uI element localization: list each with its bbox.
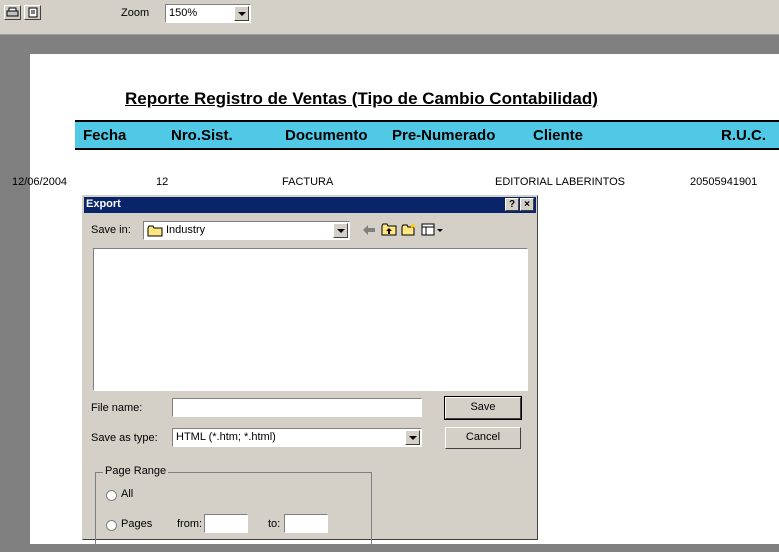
save-in-label: Save in:: [91, 224, 131, 236]
print-icon: [6, 7, 19, 17]
radio-pages[interactable]: [106, 520, 117, 531]
chevron-down-icon[interactable]: [234, 6, 249, 21]
export-icon: [28, 7, 38, 18]
back-arrow-icon[interactable]: [361, 223, 377, 237]
export-button[interactable]: [24, 5, 41, 20]
col-ruc: R.U.C.: [721, 127, 766, 144]
row-documento: FACTURA: [282, 176, 334, 188]
row-fecha: 12/06/2004: [12, 176, 68, 188]
page-range-group: Page Range All Pages from: to:: [95, 465, 372, 552]
dialog-titlebar[interactable]: Export ? ×: [84, 197, 536, 213]
page-range-legend: Page Range: [103, 465, 169, 477]
row-cliente: EDITORIAL LABERINTOS: [495, 176, 626, 188]
dialog-title: Export: [86, 198, 121, 210]
col-nro-sist: Nro.Sist.: [171, 127, 233, 144]
save-button[interactable]: Save: [444, 396, 522, 420]
col-fecha: Fecha: [83, 127, 127, 144]
save-in-select[interactable]: Industry: [143, 221, 350, 240]
file-list[interactable]: [93, 248, 528, 391]
zoom-select[interactable]: 150%: [165, 4, 251, 23]
chevron-down-icon[interactable]: [333, 223, 348, 238]
to-input[interactable]: [284, 514, 328, 533]
file-name-label: File name:: [91, 402, 143, 414]
col-pre-numerado: Pre-Numerado: [392, 127, 496, 144]
folder-icon: [147, 225, 163, 237]
col-cliente: Cliente: [533, 127, 584, 144]
from-label: from:: [177, 518, 203, 530]
radio-all[interactable]: [106, 490, 117, 501]
radio-pages-label: Pages: [121, 518, 153, 530]
save-as-type-value: HTML (*.htm; *.html): [176, 431, 276, 443]
file-name-input[interactable]: [172, 398, 422, 417]
save-as-type-select[interactable]: HTML (*.htm; *.html): [172, 428, 422, 447]
zoom-label: Zoom: [121, 7, 150, 19]
close-button[interactable]: ×: [520, 198, 534, 211]
chevron-down-icon[interactable]: [405, 430, 420, 445]
print-button[interactable]: [4, 5, 21, 20]
report-header-band: Fecha Nro.Sist. Documento Pre-Numerado C…: [75, 120, 779, 150]
row-ruc: 20505941901: [690, 176, 758, 188]
toolbar: Zoom 150%: [0, 0, 779, 35]
row-nro-sist: 12: [156, 176, 169, 188]
cancel-button[interactable]: Cancel: [445, 427, 521, 449]
zoom-value: 150%: [169, 7, 198, 19]
export-dialog: Export ? × Save in: Industry File name: …: [82, 195, 538, 552]
report-title: Reporte Registro de Ventas (Tipo de Camb…: [125, 89, 598, 108]
from-input[interactable]: [204, 514, 248, 533]
up-folder-icon[interactable]: [381, 223, 397, 237]
save-in-value: Industry: [166, 224, 206, 236]
save-as-type-label: Save as type:: [91, 432, 158, 444]
radio-all-label: All: [121, 488, 134, 500]
help-button[interactable]: ?: [505, 198, 519, 211]
col-documento: Documento: [285, 127, 368, 144]
to-label: to:: [268, 518, 281, 530]
new-folder-icon[interactable]: [401, 223, 417, 237]
view-menu-icon[interactable]: [421, 223, 445, 237]
